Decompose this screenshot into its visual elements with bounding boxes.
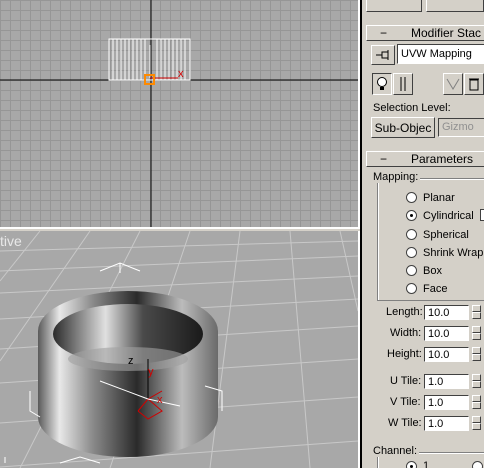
radio-spherical[interactable] [406, 229, 417, 240]
mapping-option-label: Spherical [423, 229, 469, 241]
v-tile-input[interactable]: 1.0 [424, 395, 469, 410]
w-tile-input[interactable]: 1.0 [424, 416, 469, 431]
collapse-minus-icon: − [380, 152, 388, 166]
top-gizmo-x-label: x [178, 68, 184, 80]
radio-box[interactable] [406, 265, 417, 276]
u-tile-spinner[interactable] [472, 374, 481, 390]
pin-icon [376, 50, 389, 60]
parameters-rollout-header[interactable]: − Parameters [366, 151, 484, 167]
height-spinner[interactable] [472, 347, 481, 363]
perspective-viewport[interactable]: z y x tive [0, 231, 360, 468]
mapping-option-label: Cylindrical [423, 210, 474, 222]
w-tile-label: W Tile: [388, 417, 422, 429]
cap-checkbox[interactable] [480, 209, 484, 221]
collapse-minus-icon: − [380, 26, 388, 40]
trash-icon [469, 78, 479, 91]
remove-modifier-button[interactable] [464, 73, 484, 95]
lightbulb-icon [377, 77, 387, 90]
modifier-stack-rollout-header[interactable]: − Modifier Stac [366, 25, 484, 41]
mapping-option-label: Shrink Wrap [423, 247, 484, 259]
channel-label: Channel: [373, 445, 420, 457]
gizmo-x-label: x [157, 394, 163, 406]
selection-level-label: Selection Level: [373, 102, 451, 114]
active-inactive-toggle-button[interactable] [372, 73, 392, 95]
length-label: Length: [386, 306, 423, 318]
top-panel-button-1[interactable] [366, 0, 422, 12]
make-unique-button[interactable] [443, 73, 463, 95]
radio-cylindrical[interactable] [406, 210, 417, 221]
top-viewport[interactable]: x [0, 0, 360, 229]
height-input[interactable]: 10.0 [424, 347, 469, 362]
mapping-label: Mapping: [373, 171, 421, 183]
modifier-stack-title: Modifier Stac [411, 26, 482, 40]
u-tile-label: U Tile: [390, 375, 422, 387]
channel-value: 1 [423, 460, 430, 468]
show-end-result-button[interactable] [393, 73, 413, 95]
mapping-option-label: Planar [423, 192, 455, 204]
v-tile-spinner[interactable] [472, 395, 481, 411]
radio-shrink-wrap[interactable] [406, 247, 417, 258]
radio-channel[interactable] [406, 461, 417, 468]
gizmo-dropdown[interactable]: Gizmo [438, 118, 484, 137]
width-spinner[interactable] [472, 326, 481, 342]
top-viewport-scene: x [0, 0, 358, 227]
make-unique-icon [446, 78, 460, 90]
radio-face[interactable] [406, 283, 417, 294]
w-tile-spinner[interactable] [472, 416, 481, 432]
length-input[interactable]: 10.0 [424, 305, 469, 320]
sub-object-button[interactable]: Sub-Objec [371, 117, 435, 138]
length-spinner[interactable] [472, 305, 481, 321]
perspective-viewport-label[interactable]: tive [0, 233, 22, 249]
v-tile-label: V Tile: [390, 396, 421, 408]
width-input[interactable]: 10.0 [424, 326, 469, 341]
parameters-title: Parameters [411, 152, 474, 166]
mapping-option-label: Box [423, 265, 442, 277]
command-panel: − Modifier Stac UVW Mapping Selection Le… [362, 0, 484, 468]
radio-vertex-color-channel[interactable] [472, 461, 483, 468]
height-label: Height: [387, 348, 422, 360]
u-tile-input[interactable]: 1.0 [424, 374, 469, 389]
gizmo-y-label: y [148, 366, 154, 378]
pin-stack-button[interactable] [371, 45, 395, 65]
modifier-dropdown[interactable]: UVW Mapping [397, 44, 484, 64]
cylinder-3d [38, 291, 218, 457]
perspective-scene: z y x [0, 231, 358, 468]
top-panel-button-2[interactable] [426, 0, 484, 12]
mapping-option-label: Face [423, 283, 448, 295]
width-label: Width: [390, 327, 422, 339]
radio-planar[interactable] [406, 192, 417, 203]
show-end-result-icon [400, 77, 406, 91]
gizmo-z-label: z [128, 355, 134, 367]
